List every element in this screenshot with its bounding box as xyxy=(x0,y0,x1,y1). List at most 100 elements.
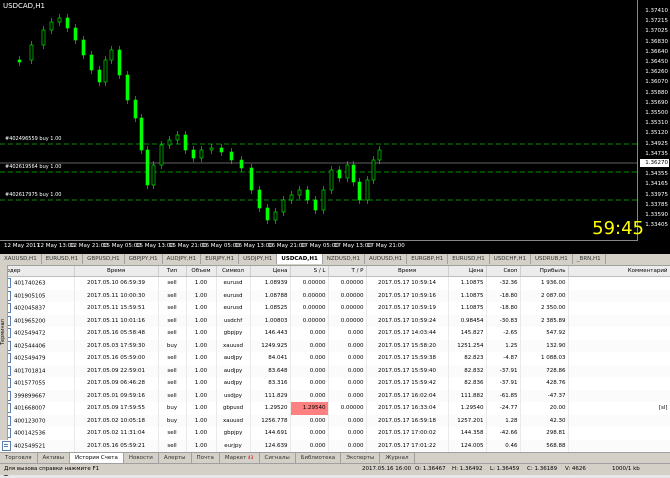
table-cell: 1.08788 xyxy=(250,289,291,302)
symbol-tab[interactable]: EURUSD,H1 xyxy=(448,254,490,264)
candle-body xyxy=(73,27,78,41)
order-cell: 400142536 xyxy=(0,427,75,440)
table-cell: 0.00000 xyxy=(328,289,367,302)
table-row[interactable]: 401740263 2017.05.10 06:59:39 sell 1.00 euru… xyxy=(0,276,670,290)
terminal-tab[interactable]: Библиотека xyxy=(296,453,342,463)
symbol-tab[interactable]: EURGBP,H1 xyxy=(407,254,449,264)
order-number: 401740263 xyxy=(14,280,46,287)
order-number: 402544406 xyxy=(14,343,46,350)
symbol-tab[interactable]: USDJPY,H1 xyxy=(239,254,278,264)
column-header[interactable]: Тип xyxy=(158,266,187,277)
table-cell: 0.00000 xyxy=(328,314,367,327)
table-cell: 547.92 xyxy=(520,327,569,340)
terminal-tab[interactable]: Сигналы xyxy=(260,453,296,463)
candle-body xyxy=(109,49,114,61)
symbol-tab[interactable]: GBPJPY,H1 xyxy=(125,254,163,264)
table-cell xyxy=(568,289,670,302)
terminal-tab[interactable]: Журнал xyxy=(380,453,415,463)
price-tick-label: 1.35880 xyxy=(645,89,668,96)
table-cell xyxy=(568,427,670,440)
table-row[interactable]: 402549479 2017.05.16 05:59:00 sell 1.00 audj… xyxy=(0,352,670,365)
order-cell: 402045837 xyxy=(0,302,75,315)
candle-body xyxy=(65,17,70,29)
terminal-tab[interactable]: Новости xyxy=(124,453,159,463)
column-header[interactable]: Прибыль xyxy=(520,266,569,277)
symbol-tab[interactable]: AUDJPY,H1 xyxy=(163,254,202,264)
symbol-tab[interactable]: XAUUSD,H1 xyxy=(0,254,42,264)
table-cell: 2017.05.17 17:00:02 xyxy=(366,427,449,440)
table-cell: 146.443 xyxy=(250,327,291,340)
symbol-tab[interactable]: EURUSD,H1 xyxy=(42,254,84,264)
table-row[interactable]: 401965200 2017.05.11 10:01:16 sell 1.00 usdc… xyxy=(0,314,670,327)
table-cell: 1.00 xyxy=(186,439,217,452)
column-header[interactable]: Цена xyxy=(250,266,291,277)
table-row[interactable]: 402544406 2017.05.03 17:59:30 buy 1.00 xauus… xyxy=(0,339,670,352)
symbol-tab[interactable]: USDCHF,H1 xyxy=(490,254,532,264)
table-cell: 1.00 xyxy=(186,289,217,302)
table-row[interactable]: 400142536 2017.05.02 11:31:04 sell 1.00 gbpj… xyxy=(0,427,670,440)
symbol-tab[interactable]: EURJPY,H1 xyxy=(201,254,240,264)
terminal-tab[interactable]: Активы xyxy=(38,453,70,463)
symbol-tab[interactable]: GBPUSD,H1 xyxy=(83,254,125,264)
column-header[interactable]: S / L xyxy=(290,266,329,277)
table-row[interactable]: 399899667 2017.05.01 09:59:16 sell 1.00 usdj… xyxy=(0,389,670,402)
table-cell: 0.000 xyxy=(290,339,329,352)
price-tick-label: 1.36830 xyxy=(645,38,668,45)
column-header[interactable]: Время xyxy=(74,266,159,277)
table-cell: 2 087.00 xyxy=(520,289,569,302)
table-row[interactable]: 401577055 2017.05.09 06:46:28 sell 1.00 audj… xyxy=(0,377,670,390)
table-cell: 1.00 xyxy=(186,352,217,365)
price-tick-label: 1.33975 xyxy=(645,191,668,198)
symbol-tab[interactable]: _BRN,H1 xyxy=(573,254,606,264)
table-cell: 0.000 xyxy=(290,377,329,390)
column-header[interactable]: Символ xyxy=(216,266,251,277)
symbol-tab[interactable]: USDCAD,H1 xyxy=(277,254,323,264)
status-high: H: 1.36492 xyxy=(452,466,483,472)
column-header[interactable]: Время xyxy=(366,266,449,277)
table-cell: 1.25 xyxy=(486,339,521,352)
table-cell: 0.000 xyxy=(290,352,329,365)
column-header[interactable]: Цена xyxy=(448,266,487,277)
table-row[interactable]: 401905105 2017.05.11 10:00:30 sell 1.00 euru… xyxy=(0,289,670,302)
terminal-tab[interactable]: Торговля xyxy=(0,453,38,463)
table-cell: -18.80 xyxy=(486,289,521,302)
symbol-tab[interactable]: AUDUSD,H1 xyxy=(365,254,408,264)
table-row[interactable]: 402045837 2017.05.11 15:59:51 sell 1.00 euru… xyxy=(0,302,670,315)
terminal-tab[interactable]: Эксперты xyxy=(341,453,381,463)
order-number: 401668007 xyxy=(14,405,46,412)
column-header[interactable]: Комментарий xyxy=(568,266,670,277)
table-cell: 0.000 xyxy=(290,389,329,402)
column-header[interactable]: Объем xyxy=(186,266,217,277)
table-cell: 2017.05.01 09:59:16 xyxy=(74,389,159,402)
order-cell: 401668007 xyxy=(0,402,75,415)
terminal-tab[interactable]: История Счета xyxy=(70,453,124,463)
table-cell xyxy=(568,339,670,352)
table-row[interactable]: 402549472 2017.05.16 05:58:48 sell 1.00 gbpj… xyxy=(0,327,670,340)
order-number: 402045837 xyxy=(14,305,46,312)
symbol-tab[interactable]: NZDUSD,H1 xyxy=(323,254,366,264)
table-cell xyxy=(568,302,670,315)
terminal-tab[interactable]: Маркет 43 xyxy=(220,453,260,463)
terminal-tab-label: Торговля xyxy=(5,455,32,461)
order-cell: 401701814 xyxy=(0,364,75,377)
table-row[interactable]: 400123070 2017.05.02 10:05:18 buy 1.00 xauus… xyxy=(0,414,670,427)
symbol-tab[interactable]: USDRUB,H1 xyxy=(531,254,573,264)
terminal-tab[interactable]: Почта xyxy=(192,453,220,463)
status-open: O: 1.36467 xyxy=(415,466,446,472)
price-chart[interactable]: USDCAD,H1 1.37410 1.37215 1.37025 1.36830 1.… xyxy=(0,0,670,254)
candle-body xyxy=(103,59,108,83)
column-header[interactable]: T / P xyxy=(328,266,367,277)
column-header[interactable]: Ордер xyxy=(0,266,75,277)
order-icon xyxy=(2,440,11,451)
table-row[interactable]: 402549521 2017.05.16 05:59:21 sell 1.00 eurj… xyxy=(0,439,670,452)
table-row[interactable]: 401701814 2017.05.09 22:59:01 sell 1.00 audj… xyxy=(0,364,670,377)
table-cell: 2017.05.03 17:59:30 xyxy=(74,339,159,352)
candle-body xyxy=(81,39,86,56)
table-cell: 1.10875 xyxy=(448,302,487,315)
table-row[interactable]: 401668007 2017.05.09 17:59:55 buy 1.00 gbpus… xyxy=(0,402,670,415)
column-header[interactable]: Своп xyxy=(486,266,521,277)
table-cell: sell xyxy=(158,352,187,365)
candle-body xyxy=(289,194,294,201)
terminal-tab[interactable]: Алерты xyxy=(159,453,192,463)
table-cell: 83.316 xyxy=(250,377,291,390)
